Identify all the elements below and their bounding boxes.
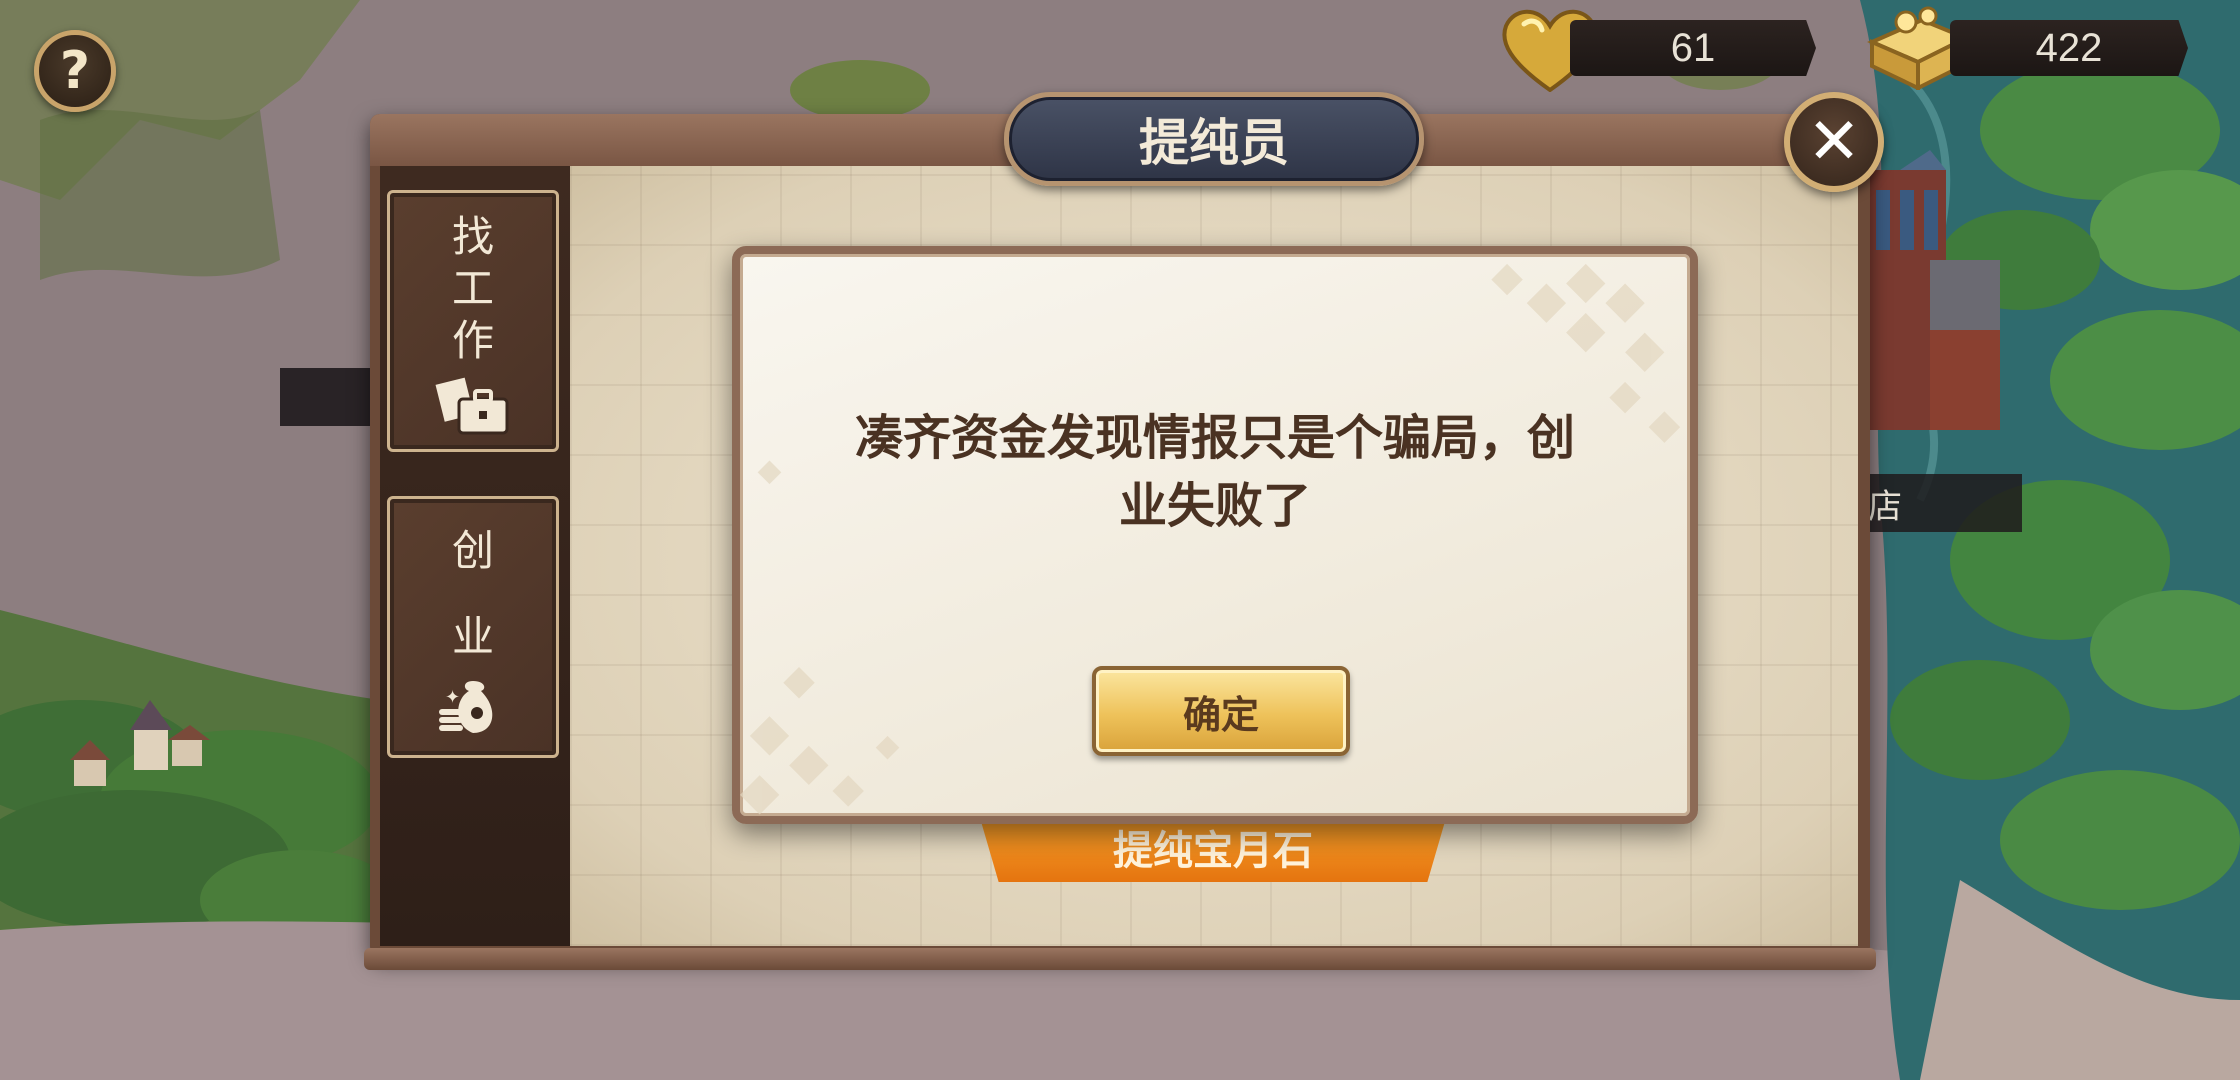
money-bag-icon: ✦ — [439, 681, 493, 733]
tab-find-job-char: 工 — [451, 264, 494, 313]
panel-title-text: 提纯员 — [1139, 114, 1289, 172]
dialog-message-line: 业失败了 — [1118, 478, 1311, 534]
dialog-message-line: 凑齐资金发现情报只是个骗局，创 — [854, 410, 1575, 466]
briefcase-icon — [435, 377, 509, 435]
tab-find-job-char: 找 — [451, 212, 494, 261]
map-label-banner-left — [280, 368, 372, 426]
hearts-value: 61 — [1670, 25, 1716, 70]
help-button[interactable]: ? — [34, 30, 116, 112]
confirm-button-label: 确定 — [1182, 692, 1259, 737]
result-dialog: 凑齐资金发现情报只是个骗局，创 业失败了 确定 — [732, 246, 1698, 824]
close-button[interactable]: ✕ — [1784, 92, 1884, 192]
tab-find-job[interactable]: 找 工 作 — [387, 190, 559, 452]
gold-value: 422 — [2035, 25, 2103, 70]
tab-business-char: 业 — [451, 612, 494, 661]
panel-title: 提纯员 — [1004, 92, 1424, 186]
tab-find-job-char: 作 — [451, 316, 494, 365]
gold-counter: 422 — [1950, 20, 2188, 76]
hearts-counter: 61 — [1570, 20, 1816, 76]
close-icon: ✕ — [1807, 105, 1861, 179]
svg-text:✦: ✦ — [445, 687, 460, 708]
confirm-button[interactable]: 确定 — [1092, 666, 1350, 756]
shop-label-text: 店 — [1868, 486, 1902, 527]
panel-bottom-frame — [364, 948, 1876, 970]
tab-business-char: 创 — [451, 526, 494, 575]
help-icon: ? — [59, 41, 91, 101]
purify-moonstone-button[interactable]: 提纯宝月石 — [980, 818, 1446, 882]
game-screen: 店 ? 61 422 提纯宝月石 提纯员 ✕ 找 工 作 创 业 ✦ 凑齐资金发… — [0, 0, 2240, 1080]
purify-button-label: 提纯宝月石 — [1113, 828, 1313, 874]
tab-start-business[interactable]: 创 业 ✦ — [387, 496, 559, 758]
dialog-message: 凑齐资金发现情报只是个骗局，创 业失败了 — [820, 404, 1610, 540]
